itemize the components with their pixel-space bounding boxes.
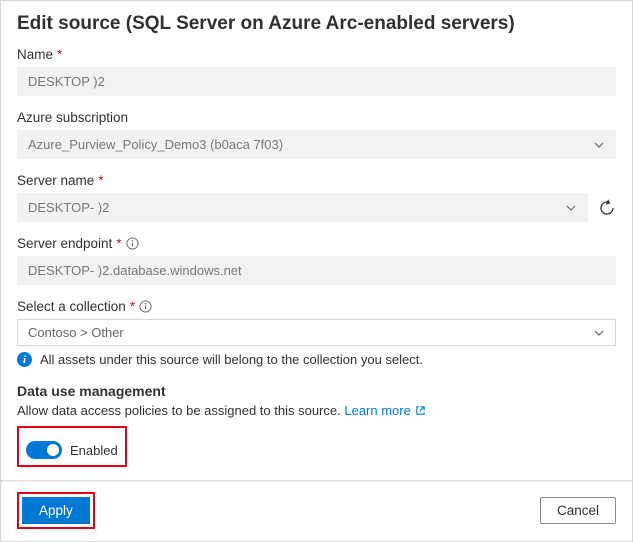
collection-label: Select a collection * xyxy=(17,299,616,314)
learn-more-text: Learn more xyxy=(344,403,410,418)
chevron-down-icon xyxy=(593,327,605,339)
subscription-label: Azure subscription xyxy=(17,110,616,125)
collection-note-text: All assets under this source will belong… xyxy=(40,352,423,367)
collection-dropdown[interactable]: Contoso > Other xyxy=(17,319,616,346)
apply-button[interactable]: Apply xyxy=(22,497,90,524)
server-name-label: Server name * xyxy=(17,173,616,188)
server-name-dropdown[interactable]: DESKTOP- )2 xyxy=(17,193,588,222)
learn-more-link[interactable]: Learn more xyxy=(344,403,425,418)
dum-description-row: Allow data access policies to be assigne… xyxy=(17,403,616,418)
server-name-label-text: Server name xyxy=(17,173,94,188)
toggle-label: Enabled xyxy=(70,443,118,458)
collection-note: i All assets under this source will belo… xyxy=(17,352,616,367)
required-marker: * xyxy=(57,47,62,62)
info-icon[interactable] xyxy=(126,237,139,250)
external-link-icon xyxy=(415,405,426,416)
field-name: Name * DESKTOP )2 xyxy=(17,47,616,96)
dum-heading: Data use management xyxy=(17,383,616,399)
panel-content: Edit source (SQL Server on Azure Arc-ena… xyxy=(1,1,632,480)
edit-source-panel: Edit source (SQL Server on Azure Arc-ena… xyxy=(0,0,633,542)
chevron-down-icon xyxy=(565,202,577,214)
required-marker: * xyxy=(130,299,135,314)
subscription-dropdown[interactable]: Azure_Purview_Policy_Demo3 (b0aca 7f03) xyxy=(17,130,616,159)
toggle-highlight: Enabled xyxy=(17,426,127,467)
server-name-value: DESKTOP- )2 xyxy=(28,200,109,215)
collection-label-text: Select a collection xyxy=(17,299,126,314)
field-collection: Select a collection * Contoso > Other i … xyxy=(17,299,616,367)
name-label-text: Name xyxy=(17,47,53,62)
required-marker: * xyxy=(116,236,121,251)
name-value: DESKTOP )2 xyxy=(28,74,105,89)
refresh-icon[interactable] xyxy=(598,199,616,217)
info-badge-icon: i xyxy=(17,352,32,367)
field-subscription: Azure subscription Azure_Purview_Policy_… xyxy=(17,110,616,159)
field-server-name: Server name * DESKTOP- )2 xyxy=(17,173,616,222)
apply-highlight: Apply xyxy=(17,492,95,529)
panel-footer: Apply Cancel xyxy=(1,482,632,541)
toggle-switch-icon xyxy=(26,441,62,459)
required-marker: * xyxy=(98,173,103,188)
dum-toggle[interactable]: Enabled xyxy=(22,439,122,461)
field-server-endpoint: Server endpoint * DESKTOP- )2.database.w… xyxy=(17,236,616,285)
panel-title: Edit source (SQL Server on Azure Arc-ena… xyxy=(17,13,616,35)
info-icon[interactable] xyxy=(139,300,152,313)
name-label: Name * xyxy=(17,47,616,62)
cancel-button[interactable]: Cancel xyxy=(540,497,616,524)
server-endpoint-label: Server endpoint * xyxy=(17,236,616,251)
collection-value: Contoso > Other xyxy=(28,325,124,340)
server-endpoint-input[interactable]: DESKTOP- )2.database.windows.net xyxy=(17,256,616,285)
name-input[interactable]: DESKTOP )2 xyxy=(17,67,616,96)
chevron-down-icon xyxy=(593,139,605,151)
subscription-label-text: Azure subscription xyxy=(17,110,128,125)
server-endpoint-label-text: Server endpoint xyxy=(17,236,112,251)
subscription-value: Azure_Purview_Policy_Demo3 (b0aca 7f03) xyxy=(28,137,283,152)
server-endpoint-value: DESKTOP- )2.database.windows.net xyxy=(28,263,242,278)
dum-description: Allow data access policies to be assigne… xyxy=(17,403,341,418)
